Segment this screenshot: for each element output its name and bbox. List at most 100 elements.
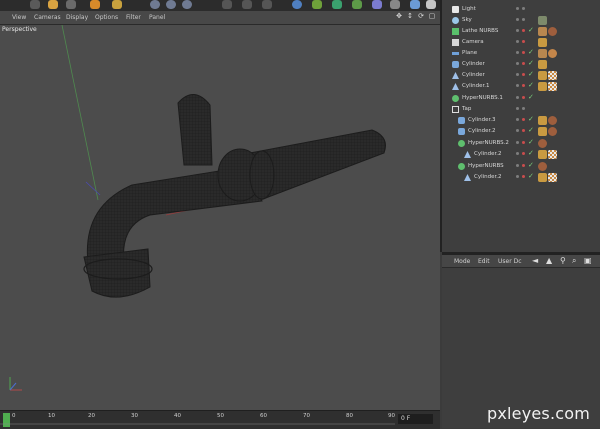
object-row[interactable]: HyperNURBS.1 ✓ xyxy=(442,93,600,104)
lock-icon[interactable]: ⚲ xyxy=(560,256,566,265)
phong-tag[interactable] xyxy=(538,150,547,159)
enabled-check-icon[interactable]: ✓ xyxy=(528,149,534,157)
cube-icon[interactable] xyxy=(292,0,302,9)
x-axis-icon[interactable] xyxy=(150,0,160,9)
material-tag[interactable] xyxy=(548,27,557,36)
material-tag[interactable] xyxy=(538,139,547,148)
render-dot[interactable] xyxy=(522,73,525,76)
object-row[interactable]: Cylinder.2 ✓ xyxy=(442,149,600,160)
zoom-view-icon[interactable]: ↕ xyxy=(406,12,414,20)
material-tag[interactable] xyxy=(548,150,557,159)
enabled-check-icon[interactable]: ✓ xyxy=(528,59,534,67)
scene-icon[interactable] xyxy=(390,0,400,9)
render-dot[interactable] xyxy=(522,175,525,178)
enabled-check-icon[interactable]: ✓ xyxy=(528,48,534,56)
visibility-dot[interactable] xyxy=(516,107,519,110)
menu-options[interactable]: Options xyxy=(95,14,118,21)
object-row[interactable]: Camera xyxy=(442,37,600,48)
deformer-icon[interactable] xyxy=(372,0,382,9)
material-tag[interactable] xyxy=(538,162,547,171)
visibility-dot[interactable] xyxy=(516,118,519,121)
material-tag[interactable] xyxy=(538,49,547,58)
enabled-check-icon[interactable]: ✓ xyxy=(528,70,534,78)
object-row[interactable]: Cylinder.1 ✓ xyxy=(442,81,600,92)
light-icon[interactable] xyxy=(410,0,420,9)
render-dot[interactable] xyxy=(522,96,525,99)
y-axis-icon[interactable] xyxy=(166,0,176,9)
menu-user-data[interactable]: User Dc xyxy=(498,258,522,265)
enabled-check-icon[interactable]: ✓ xyxy=(528,172,534,180)
object-row[interactable]: Cylinder.2 ✓ xyxy=(442,172,600,183)
phong-tag[interactable] xyxy=(538,173,547,182)
arrow-up-icon[interactable]: ▲ xyxy=(546,256,552,265)
visibility-dot[interactable] xyxy=(516,7,519,10)
menu-filter[interactable]: Filter xyxy=(126,14,141,21)
object-row[interactable]: Light xyxy=(442,4,600,15)
material-tag[interactable] xyxy=(548,49,557,58)
render-settings-icon[interactable] xyxy=(262,0,272,9)
visibility-dot[interactable] xyxy=(516,73,519,76)
render-dot[interactable] xyxy=(522,29,525,32)
live-selection-icon[interactable] xyxy=(48,0,58,9)
visibility-dot[interactable] xyxy=(516,62,519,65)
rotate-icon[interactable] xyxy=(112,0,122,9)
visibility-dot[interactable] xyxy=(516,164,519,167)
enabled-check-icon[interactable]: ✓ xyxy=(528,138,534,146)
object-row[interactable]: Cylinder ✓ xyxy=(442,70,600,81)
object-row[interactable]: Cylinder ✓ xyxy=(442,59,600,70)
menu-edit[interactable]: Edit xyxy=(478,258,490,265)
rotate-view-icon[interactable]: ⟳ xyxy=(417,12,425,20)
render-dot[interactable] xyxy=(522,18,525,21)
visibility-dot[interactable] xyxy=(516,96,519,99)
render-dot[interactable] xyxy=(522,164,525,167)
array-icon[interactable] xyxy=(352,0,362,9)
enabled-check-icon[interactable]: ✓ xyxy=(528,126,534,134)
3d-viewport[interactable]: Perspective xyxy=(0,25,440,410)
object-row[interactable]: Sky xyxy=(442,15,600,26)
phong-tag[interactable] xyxy=(538,127,547,136)
menu-panel[interactable]: Panel xyxy=(149,14,165,21)
current-frame-field[interactable]: 0 F xyxy=(398,414,433,424)
object-row[interactable]: Cylinder.3 ✓ xyxy=(442,115,600,126)
render-dot[interactable] xyxy=(522,152,525,155)
enabled-check-icon[interactable]: ✓ xyxy=(528,161,534,169)
enabled-check-icon[interactable]: ✓ xyxy=(528,115,534,123)
camera-tag[interactable] xyxy=(538,38,547,47)
enabled-check-icon[interactable]: ✓ xyxy=(528,26,534,34)
phong-tag[interactable] xyxy=(538,60,547,69)
visibility-dot[interactable] xyxy=(516,40,519,43)
render-dot[interactable] xyxy=(522,84,525,87)
nurbs-icon[interactable] xyxy=(332,0,342,9)
visibility-dot[interactable] xyxy=(516,152,519,155)
move-icon[interactable] xyxy=(66,0,76,9)
layout-icon[interactable] xyxy=(426,0,436,9)
phong-tag[interactable] xyxy=(538,116,547,125)
material-tag[interactable] xyxy=(548,173,557,182)
timeline[interactable]: 0 10 20 30 40 50 60 70 80 90 xyxy=(0,410,440,429)
phong-tag[interactable] xyxy=(538,82,547,91)
object-row[interactable]: Tap xyxy=(442,104,600,115)
object-row[interactable]: HyperNURBS ✓ xyxy=(442,161,600,172)
render-dot[interactable] xyxy=(522,141,525,144)
scale-icon[interactable] xyxy=(90,0,100,9)
render-dot[interactable] xyxy=(522,62,525,65)
menu-cameras[interactable]: Cameras xyxy=(34,14,61,21)
material-tag[interactable] xyxy=(538,27,547,36)
menu-view[interactable]: View xyxy=(12,14,26,21)
render-dot[interactable] xyxy=(522,129,525,132)
visibility-dot[interactable] xyxy=(516,84,519,87)
z-axis-icon[interactable] xyxy=(182,0,192,9)
object-row[interactable]: Plane ✓ xyxy=(442,48,600,59)
material-tag[interactable] xyxy=(548,71,557,80)
visibility-dot[interactable] xyxy=(516,18,519,21)
render-view-icon[interactable] xyxy=(222,0,232,9)
render-dot[interactable] xyxy=(522,51,525,54)
render-dot[interactable] xyxy=(522,40,525,43)
render-dot[interactable] xyxy=(522,118,525,121)
render-dot[interactable] xyxy=(522,7,525,10)
maximize-view-icon[interactable]: ▢ xyxy=(428,12,436,20)
material-tag[interactable] xyxy=(548,82,557,91)
menu-display[interactable]: Display xyxy=(66,14,88,21)
pen-icon[interactable] xyxy=(312,0,322,9)
enabled-check-icon[interactable]: ✓ xyxy=(528,93,534,101)
